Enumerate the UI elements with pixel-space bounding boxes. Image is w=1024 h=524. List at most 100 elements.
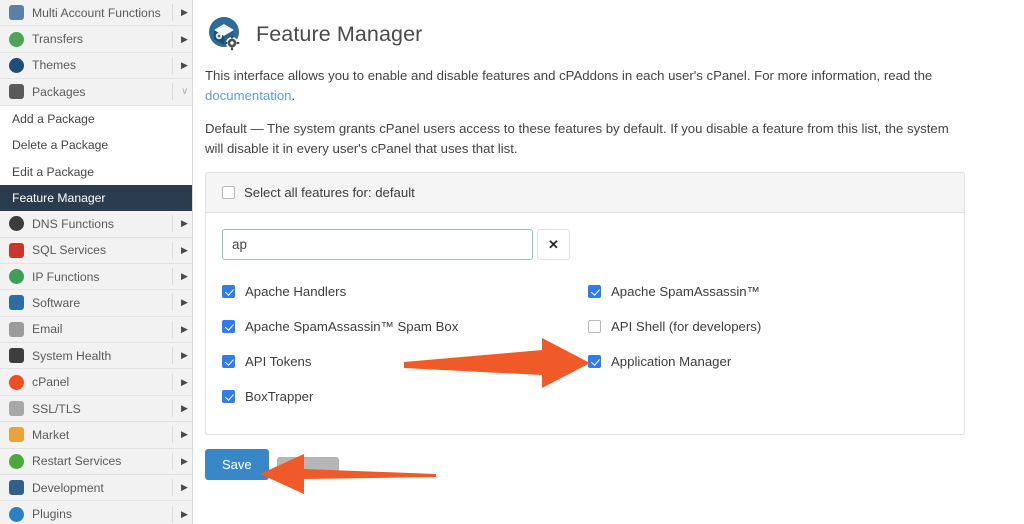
feature-checkbox[interactable] bbox=[222, 285, 235, 298]
select-all-label: Select all features for: default bbox=[244, 185, 415, 200]
sidebar-item-market[interactable]: Market▶ bbox=[0, 422, 192, 448]
sidebar-subitem-label: Delete a Package bbox=[12, 138, 108, 152]
documentation-link[interactable]: documentation bbox=[205, 88, 292, 103]
triangle-right-icon[interactable]: ▶ bbox=[172, 321, 186, 338]
select-all-checkbox[interactable] bbox=[222, 186, 235, 199]
chevron-down-icon[interactable]: ∨ bbox=[172, 83, 186, 100]
sidebar-item-label: SSL/TLS bbox=[32, 402, 172, 416]
triangle-right-icon[interactable]: ▶ bbox=[172, 347, 186, 364]
triangle-right-icon[interactable]: ▶ bbox=[172, 294, 186, 311]
triangle-right-icon[interactable]: ▶ bbox=[172, 31, 186, 48]
sidebar-item-development[interactable]: Development▶ bbox=[0, 475, 192, 501]
sidebar-item-label: Transfers bbox=[32, 32, 172, 46]
sidebar-packages-submenu: Add a Package Delete a Package Edit a Pack… bbox=[0, 106, 192, 212]
feature-item[interactable]: BoxTrapper bbox=[222, 379, 588, 414]
sidebar-item-cpanel[interactable]: cPanel▶ bbox=[0, 369, 192, 395]
feature-list: Apache Handlers Apache SpamAssassin™ Spam… bbox=[222, 274, 948, 414]
clear-x-icon: ✕ bbox=[548, 237, 559, 253]
sidebar-item-software[interactable]: Software▶ bbox=[0, 290, 192, 316]
feature-checkbox[interactable] bbox=[588, 320, 601, 333]
feature-label: BoxTrapper bbox=[245, 389, 313, 404]
triangle-right-icon[interactable]: ▶ bbox=[172, 242, 186, 259]
sidebar-item-restart-services[interactable]: Restart Services▶ bbox=[0, 449, 192, 475]
sidebar-item-label: Development bbox=[32, 481, 172, 495]
triangle-right-icon[interactable]: ▶ bbox=[172, 57, 186, 74]
triangle-right-icon[interactable]: ▶ bbox=[172, 426, 186, 443]
sidebar-subitem-add-a-package[interactable]: Add a Package bbox=[0, 106, 192, 132]
feature-checkbox[interactable] bbox=[222, 355, 235, 368]
sidebar-item-dns-functions[interactable]: DNS Functions▶ bbox=[0, 211, 192, 237]
sidebar-item-ssl-tls[interactable]: SSL/TLS▶ bbox=[0, 396, 192, 422]
triangle-right-icon[interactable]: ▶ bbox=[172, 506, 186, 523]
description-text-1: This interface allows you to enable and … bbox=[205, 68, 932, 83]
select-all-row[interactable]: Select all features for: default bbox=[206, 173, 964, 213]
page-title: Feature Manager bbox=[256, 22, 422, 47]
sidebar-item-themes[interactable]: Themes▶ bbox=[0, 53, 192, 79]
feature-label: Apache SpamAssassin™ bbox=[611, 284, 760, 299]
transfers-icon bbox=[8, 31, 24, 47]
feature-checkbox[interactable] bbox=[588, 355, 601, 368]
feature-label: Application Manager bbox=[611, 354, 731, 369]
sidebar-item-sql-services[interactable]: SQL Services▶ bbox=[0, 238, 192, 264]
system-health-icon bbox=[8, 348, 24, 364]
sidebar-item-plugins[interactable]: Plugins▶ bbox=[0, 501, 192, 524]
sidebar-item-label: System Health bbox=[32, 349, 172, 363]
panel-footer: Save bbox=[205, 449, 1024, 480]
clear-search-button[interactable]: ✕ bbox=[537, 229, 570, 260]
feature-item[interactable]: Apache Handlers bbox=[222, 274, 588, 309]
feature-item[interactable]: Application Manager bbox=[588, 344, 948, 379]
triangle-right-icon[interactable]: ▶ bbox=[172, 400, 186, 417]
sidebar-item-packages[interactable]: Packages∨ bbox=[0, 79, 192, 105]
save-button[interactable]: Save bbox=[205, 449, 269, 480]
sidebar-subitem-label: Feature Manager bbox=[12, 191, 106, 205]
cpanel-icon bbox=[8, 374, 24, 390]
description-paragraph-1: This interface allows you to enable and … bbox=[205, 66, 965, 106]
sidebar-item-ip-functions[interactable]: IP Functions▶ bbox=[0, 264, 192, 290]
features-panel-body: ✕ Apache Handlers Apache SpamAssassin™ Sp… bbox=[206, 213, 964, 434]
sidebar-subitem-label: Edit a Package bbox=[12, 165, 94, 179]
sidebar-primary-group-bottom: DNS Functions▶SQL Services▶IP Functions▶… bbox=[0, 211, 192, 524]
dns-icon bbox=[8, 216, 24, 232]
triangle-right-icon[interactable]: ▶ bbox=[172, 374, 186, 391]
sidebar-item-label: cPanel bbox=[32, 375, 172, 389]
description-paragraph-2: Default — The system grants cPanel users… bbox=[205, 119, 965, 159]
feature-item[interactable]: API Shell (for developers) bbox=[588, 309, 948, 344]
sidebar-subitem-feature-manager[interactable]: Feature Manager bbox=[0, 185, 192, 211]
feature-item[interactable]: Apache SpamAssassin™ Spam Box bbox=[222, 309, 588, 344]
sidebar-item-transfers[interactable]: Transfers▶ bbox=[0, 26, 192, 52]
sidebar-subitem-delete-a-package[interactable]: Delete a Package bbox=[0, 132, 192, 158]
feature-checkbox[interactable] bbox=[222, 320, 235, 333]
feature-checkbox[interactable] bbox=[222, 390, 235, 403]
packages-icon bbox=[8, 84, 24, 100]
triangle-right-icon[interactable]: ▶ bbox=[172, 4, 186, 21]
sidebar-item-label: SQL Services bbox=[32, 243, 172, 257]
sidebar-subitem-edit-a-package[interactable]: Edit a Package bbox=[0, 158, 192, 184]
sidebar-item-label: Plugins bbox=[32, 507, 172, 521]
feature-search-input[interactable] bbox=[222, 229, 533, 260]
feature-item[interactable]: Apache SpamAssassin™ bbox=[588, 274, 948, 309]
sidebar-item-email[interactable]: Email▶ bbox=[0, 317, 192, 343]
sidebar-item-label: Market bbox=[32, 428, 172, 442]
triangle-right-icon[interactable]: ▶ bbox=[172, 479, 186, 496]
feature-label: API Tokens bbox=[245, 354, 311, 369]
development-icon bbox=[8, 480, 24, 496]
sidebar-item-multi-account-functions[interactable]: Multi Account Functions▶ bbox=[0, 0, 192, 26]
sidebar-primary-group-top: Multi Account Functions▶Transfers▶Themes… bbox=[0, 0, 192, 106]
sidebar-item-label: Software bbox=[32, 296, 172, 310]
feature-manager-screen: Multi Account Functions▶Transfers▶Themes… bbox=[0, 0, 1024, 524]
triangle-right-icon[interactable]: ▶ bbox=[172, 453, 186, 470]
sidebar-item-system-health[interactable]: System Health▶ bbox=[0, 343, 192, 369]
sidebar-subitem-label: Add a Package bbox=[12, 112, 95, 126]
sidebar-item-label: Themes bbox=[32, 58, 172, 72]
secondary-button[interactable] bbox=[277, 457, 339, 473]
sidebar-item-label: Multi Account Functions bbox=[32, 6, 172, 20]
feature-checkbox[interactable] bbox=[588, 285, 601, 298]
triangle-right-icon[interactable]: ▶ bbox=[172, 268, 186, 285]
triangle-right-icon[interactable]: ▶ bbox=[172, 215, 186, 232]
feature-item[interactable]: API Tokens bbox=[222, 344, 588, 379]
sidebar: Multi Account Functions▶Transfers▶Themes… bbox=[0, 0, 193, 524]
feature-label: Apache SpamAssassin™ Spam Box bbox=[245, 319, 458, 334]
sidebar-item-label: Restart Services bbox=[32, 454, 172, 468]
main-content: Feature Manager This interface allows yo… bbox=[193, 0, 1024, 524]
market-cart-icon bbox=[8, 427, 24, 443]
